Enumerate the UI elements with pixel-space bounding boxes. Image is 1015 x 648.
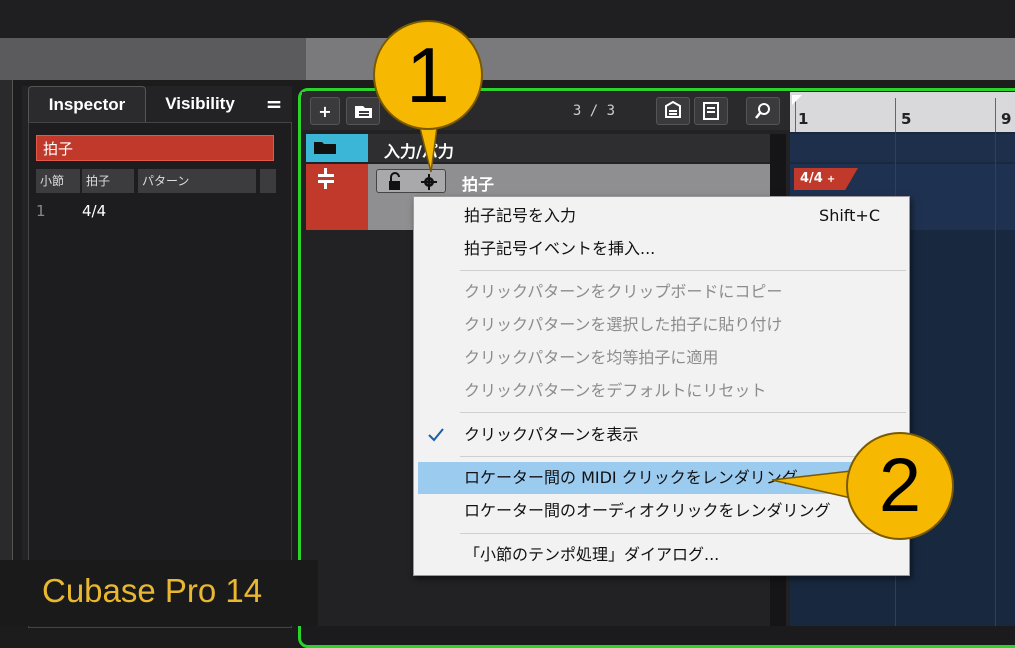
brand-label: Cubase Pro 14 (42, 572, 263, 609)
callout-pointers (417, 119, 861, 501)
callout-1: 1 (373, 20, 483, 130)
callout-2: 2 (846, 432, 954, 540)
